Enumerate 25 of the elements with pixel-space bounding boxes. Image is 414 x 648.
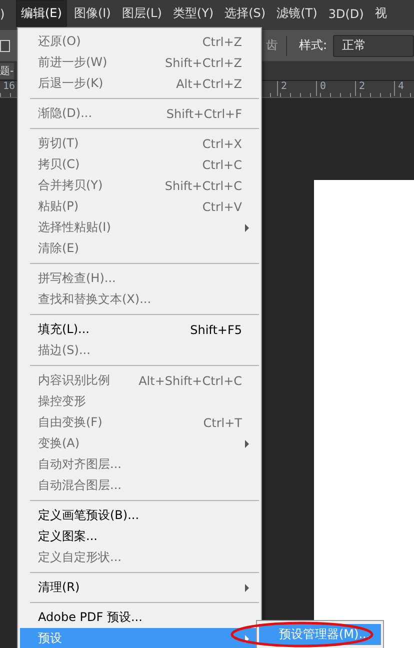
menu-bar-item[interactable]: 图层(L)	[118, 1, 166, 26]
option-label: 齿	[266, 37, 278, 54]
menu-bar-item[interactable]: 滤镜(T)	[272, 1, 322, 26]
square-icon[interactable]	[0, 40, 10, 52]
menu-bar-item[interactable]: )	[0, 2, 10, 24]
ruler-label: 0	[316, 81, 355, 96]
menu-item[interactable]: 预设	[20, 628, 259, 648]
style-dropdown[interactable]: 正常	[333, 34, 414, 56]
menu-bar-item[interactable]: 编辑(E)	[16, 0, 67, 27]
menu-item[interactable]: 清理(R)	[20, 577, 259, 598]
menu-bar-item[interactable]: 图像(I)	[70, 1, 115, 26]
menu-item[interactable]: Adobe PDF 预设...	[20, 607, 259, 628]
menu-bar-item[interactable]: 3D(D)	[324, 2, 368, 24]
menu-item[interactable]: 定义画笔预设(B)...	[20, 505, 259, 526]
menu-bar-item[interactable]: 视	[370, 1, 391, 26]
document-tab[interactable]: 题-	[0, 63, 14, 79]
ruler-label: 2	[355, 81, 394, 96]
ruler-label: 4	[394, 81, 414, 96]
ruler-label: 2	[277, 81, 316, 96]
menu-item[interactable]: 定义图案...	[20, 526, 259, 547]
menu-item[interactable]: 填充(L)... Shift+F5	[20, 319, 259, 340]
style-label: 样式:	[299, 37, 328, 54]
menu-bar-item[interactable]: 类型(Y)	[168, 1, 218, 26]
ruler-label: 16	[2, 81, 16, 94]
menu-bar-item[interactable]: 选择(S)	[220, 1, 270, 26]
